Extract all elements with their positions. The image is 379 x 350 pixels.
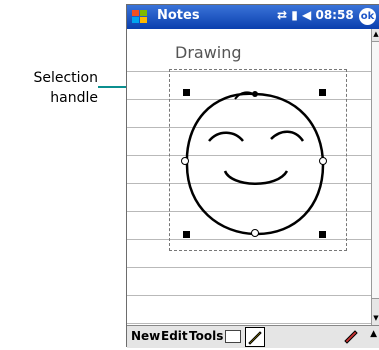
app-title: Notes bbox=[157, 8, 200, 23]
menu-tools[interactable]: Tools bbox=[189, 329, 223, 343]
scroll-down-arrow-icon[interactable]: ▼ bbox=[372, 313, 379, 323]
drawing-page[interactable]: Drawing bbox=[127, 29, 371, 325]
vertical-scrollbar[interactable]: ▲ ▼ bbox=[371, 29, 379, 325]
selection-handle-left[interactable] bbox=[181, 157, 189, 165]
title-bar: Notes ⇄ ▮ ◀ 08:58 ok bbox=[127, 5, 379, 29]
connectivity-icon[interactable]: ⇄ bbox=[277, 8, 287, 22]
windows-flag-icon[interactable] bbox=[131, 8, 149, 26]
selection-handle-bottom-right[interactable] bbox=[319, 231, 326, 238]
selection-handle-bottom-left[interactable] bbox=[183, 231, 190, 238]
selection-handle-right[interactable] bbox=[319, 157, 327, 165]
device-screen: Notes ⇄ ▮ ◀ 08:58 ok Drawing ▲ ▼ New Edi… bbox=[126, 4, 379, 348]
callout-label: Selection handle bbox=[6, 68, 98, 108]
speaker-icon[interactable]: ◀ bbox=[302, 8, 311, 22]
selection-handle-bottom[interactable] bbox=[251, 229, 259, 237]
callout-line-1: Selection bbox=[33, 70, 98, 86]
keyboard-icon[interactable] bbox=[225, 330, 241, 343]
ok-button[interactable]: ok bbox=[359, 8, 376, 25]
scroll-thumb[interactable] bbox=[372, 41, 379, 299]
status-area[interactable]: ⇄ ▮ ◀ 08:58 bbox=[277, 8, 354, 22]
input-selector-icon[interactable] bbox=[343, 328, 359, 344]
menu-edit[interactable]: Edit bbox=[161, 329, 188, 343]
menu-bar: New Edit Tools ▲ bbox=[127, 325, 379, 348]
pen-icon[interactable] bbox=[245, 327, 265, 347]
smiley-drawing[interactable] bbox=[127, 29, 371, 325]
clock[interactable]: 08:58 bbox=[315, 8, 353, 22]
selection-handle-top-left[interactable] bbox=[183, 89, 190, 96]
signal-icon[interactable]: ▮ bbox=[291, 8, 298, 22]
scroll-up-arrow-icon[interactable]: ▲ bbox=[372, 29, 379, 39]
callout-line-2: handle bbox=[50, 90, 98, 106]
menu-new[interactable]: New bbox=[131, 329, 160, 343]
selection-handle-top-right[interactable] bbox=[319, 89, 326, 96]
up-arrow-icon[interactable]: ▲ bbox=[370, 329, 377, 339]
